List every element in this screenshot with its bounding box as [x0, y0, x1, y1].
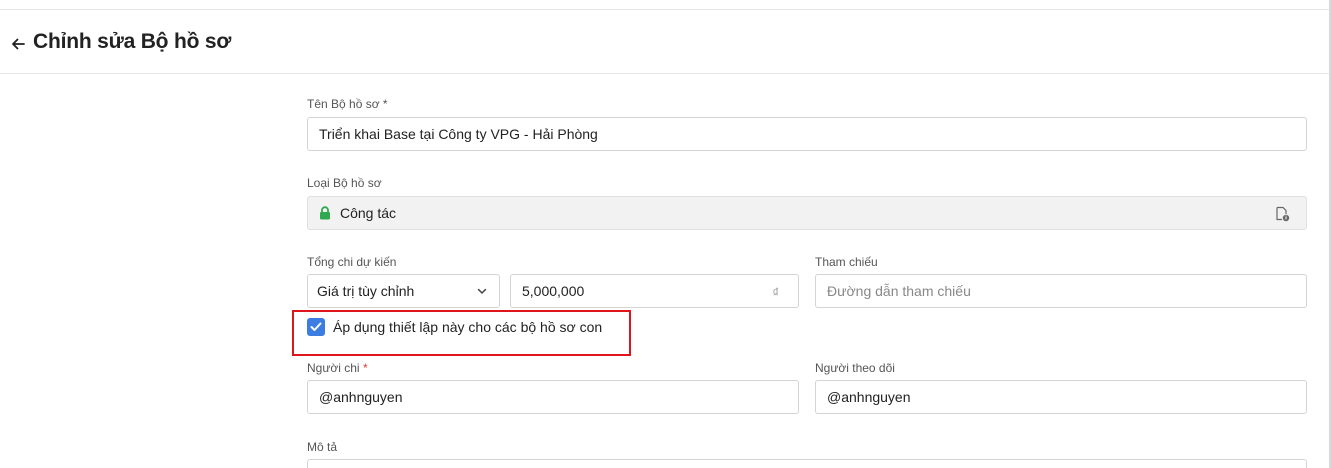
follower-input[interactable]: @anhnguyen	[815, 380, 1307, 414]
type-label: Loại Bộ hồ sơ	[307, 176, 382, 190]
page-title: Chỉnh sửa Bộ hồ sơ	[33, 30, 232, 53]
spender-value: @anhnguyen	[319, 389, 403, 405]
budget-amount-value: 5,000,000	[522, 283, 585, 299]
reference-label: Tham chiếu	[815, 255, 878, 269]
follower-value: @anhnguyen	[827, 389, 911, 405]
currency-symbol: ₫	[772, 285, 779, 300]
description-label: Mô tả	[307, 440, 338, 454]
name-label: Tên Bộ hồ sơ *	[307, 97, 388, 111]
type-value: Công tác	[340, 205, 397, 221]
budget-mode-select[interactable]: Giá trị tùy chỉnh	[307, 274, 500, 308]
type-field: Công tác	[307, 196, 1307, 230]
name-input[interactable]: Triển khai Base tại Công ty VPG - Hải Ph…	[307, 117, 1307, 151]
budget-label: Tổng chi dự kiến	[307, 255, 397, 269]
spender-input[interactable]: @anhnguyen	[307, 380, 799, 414]
lock-icon	[320, 206, 330, 220]
follower-label: Người theo dõi	[815, 361, 895, 375]
document-info-icon[interactable]	[1275, 206, 1290, 222]
highlight-annotation	[292, 310, 631, 356]
name-input-value: Triển khai Base tại Công ty VPG - Hải Ph…	[319, 126, 598, 142]
reference-placeholder: Đường dẫn tham chiếu	[827, 283, 971, 299]
chevron-down-icon	[477, 288, 487, 295]
reference-input[interactable]: Đường dẫn tham chiếu	[815, 274, 1307, 308]
description-textarea[interactable]	[307, 459, 1307, 468]
spender-label: Người chi *	[307, 361, 368, 375]
page-header: Chỉnh sửa Bộ hồ sơ	[0, 10, 1329, 74]
budget-mode-value: Giá trị tùy chỉnh	[317, 283, 415, 299]
arrow-left-icon[interactable]	[10, 36, 26, 52]
budget-amount-input[interactable]: 5,000,000 ₫	[510, 274, 799, 308]
